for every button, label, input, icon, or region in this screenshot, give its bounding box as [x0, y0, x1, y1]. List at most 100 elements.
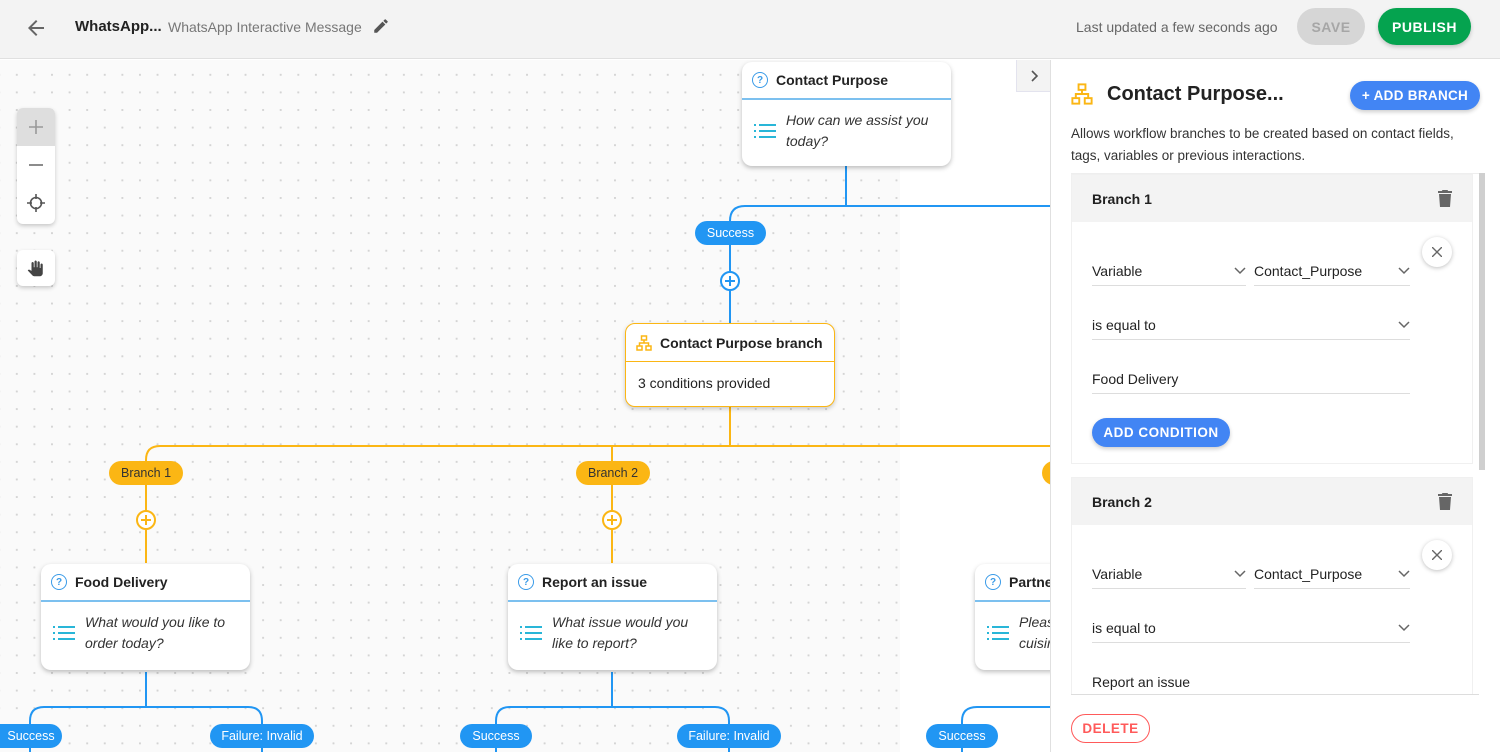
node-title: Contact Purpose — [776, 72, 889, 88]
variable-select[interactable]: Contact_Purpose — [1254, 256, 1410, 286]
failure-invalid-pill[interactable]: Failure: Invalid — [677, 724, 781, 748]
workflow-subtitle: WhatsApp Interactive Message — [168, 19, 362, 35]
last-updated-status: Last updated a few seconds ago — [1076, 19, 1278, 35]
plus-icon — [725, 276, 735, 286]
top-bar: WhatsApp... WhatsApp Interactive Message… — [0, 0, 1500, 59]
branch-settings-panel: Contact Purpose... + ADD BRANCH Allows w… — [1050, 60, 1500, 752]
add-condition-button[interactable]: ADD CONDITION — [1092, 418, 1230, 447]
branch-1-pill[interactable]: Branch 1 — [109, 461, 183, 485]
chevron-down-icon — [1398, 266, 1410, 274]
list-icon — [520, 626, 542, 640]
select-value: is equal to — [1092, 316, 1156, 333]
add-step-button[interactable] — [602, 510, 622, 530]
zoom-out-button[interactable] — [17, 146, 55, 184]
workflow-title: WhatsApp... — [75, 18, 162, 35]
workflow-canvas[interactable]: ? Contact Purpose How can we assist you to… — [0, 60, 1050, 752]
operator-select[interactable]: is equal to — [1092, 613, 1410, 643]
trash-icon[interactable] — [1438, 493, 1452, 510]
operator-select[interactable]: is equal to — [1092, 310, 1410, 340]
node-report-issue[interactable]: ? Report an issue What issue would you lik… — [508, 564, 717, 670]
branch-card: Branch 2 Variable Contact_Purpose is equ… — [1071, 477, 1473, 694]
chevron-down-icon — [1398, 320, 1410, 328]
condition-value-input[interactable]: Report an issue — [1092, 667, 1410, 694]
failure-invalid-pill[interactable]: Failure: Invalid — [210, 724, 314, 748]
select-value: Variable — [1092, 262, 1143, 279]
zoom-in-button[interactable] — [17, 108, 55, 146]
success-pill[interactable]: Success — [0, 724, 62, 748]
crosshair-icon — [27, 194, 45, 212]
list-icon — [754, 124, 776, 138]
variable-select[interactable]: Contact_Purpose — [1254, 559, 1410, 589]
node-partner[interactable]: ? Partner Pleas cuisir — [975, 564, 1050, 670]
node-message-line: Pleas — [1019, 614, 1050, 630]
branch-2-pill[interactable]: Branch 2 — [576, 461, 650, 485]
success-pill[interactable]: Success — [926, 724, 998, 748]
condition-value-input[interactable]: Food Delivery — [1092, 364, 1410, 394]
chevron-down-icon — [1234, 266, 1246, 274]
node-title: Food Delivery — [75, 574, 168, 590]
success-pill[interactable]: Success — [695, 221, 766, 245]
chevron-down-icon — [1234, 569, 1246, 577]
branch-list-scrollbar[interactable] — [1479, 173, 1485, 470]
node-title: Report an issue — [542, 574, 648, 590]
node-food-delivery[interactable]: ? Food Delivery What would you like to ord… — [41, 564, 250, 670]
pan-tool-button[interactable] — [17, 250, 55, 286]
node-message-line: How can we assist you — [786, 112, 929, 128]
collapse-panel-button[interactable] — [1016, 60, 1050, 92]
node-contact-purpose-branch[interactable]: Contact Purpose branch 3 conditions prov… — [625, 323, 835, 407]
zoom-controls — [17, 108, 55, 224]
branch-list: Branch 1 Variable Contact_Purpose is equ… — [1071, 173, 1479, 695]
question-icon: ? — [752, 72, 768, 88]
publish-button[interactable]: PUBLISH — [1378, 8, 1471, 45]
close-icon — [1432, 550, 1442, 560]
chevron-down-icon — [1398, 569, 1410, 577]
branch-icon — [1071, 83, 1093, 105]
select-value: is equal to — [1092, 619, 1156, 636]
condition-type-select[interactable]: Variable — [1092, 559, 1246, 589]
select-value: Variable — [1092, 565, 1143, 582]
add-branch-button[interactable]: + ADD BRANCH — [1350, 81, 1480, 110]
minus-icon — [29, 164, 43, 166]
hand-icon — [27, 260, 43, 277]
plus-icon — [141, 515, 151, 525]
select-value: Contact_Purpose — [1254, 262, 1363, 279]
question-icon: ? — [51, 574, 67, 590]
node-contact-purpose[interactable]: ? Contact Purpose How can we assist you to… — [742, 62, 951, 166]
chevron-right-icon — [1030, 69, 1038, 82]
branch-card: Branch 1 Variable Contact_Purpose is equ… — [1071, 174, 1473, 464]
remove-condition-button[interactable] — [1422, 540, 1452, 570]
node-message-line: What issue would you — [552, 614, 689, 630]
panel-description: Allows workflow branches to be created b… — [1071, 126, 1454, 163]
branch-name: Branch 1 — [1092, 190, 1152, 207]
close-icon — [1432, 247, 1442, 257]
node-message-line: What would you like to — [85, 614, 226, 630]
add-step-button[interactable] — [136, 510, 156, 530]
back-button[interactable] — [24, 16, 48, 40]
save-button[interactable]: SAVE — [1297, 8, 1365, 45]
select-value: Contact_Purpose — [1254, 565, 1363, 582]
node-message-line: order today? — [85, 635, 164, 651]
panel-title: Contact Purpose... — [1107, 83, 1284, 105]
pencil-icon — [374, 19, 388, 33]
node-message-line: today? — [786, 133, 829, 149]
branch-name: Branch 2 — [1092, 493, 1152, 510]
list-icon — [53, 626, 75, 640]
question-icon: ? — [985, 574, 1001, 590]
node-title: Partner — [1009, 574, 1050, 590]
node-message-line: like to report? — [552, 635, 637, 651]
add-step-button[interactable] — [720, 271, 740, 291]
chevron-down-icon — [1398, 623, 1410, 631]
success-pill[interactable]: Success — [460, 724, 532, 748]
node-title: Contact Purpose branch — [660, 334, 823, 351]
node-message-line: cuisir — [1019, 635, 1050, 651]
list-icon — [987, 626, 1009, 640]
delete-button[interactable]: DELETE — [1071, 714, 1150, 743]
edit-title-button[interactable] — [372, 17, 392, 37]
recenter-button[interactable] — [17, 184, 55, 222]
remove-condition-button[interactable] — [1422, 237, 1452, 267]
condition-type-select[interactable]: Variable — [1092, 256, 1246, 286]
plus-icon — [607, 515, 617, 525]
trash-icon[interactable] — [1438, 190, 1452, 207]
arrow-left-icon — [28, 20, 44, 36]
node-summary: 3 conditions provided — [638, 375, 771, 391]
